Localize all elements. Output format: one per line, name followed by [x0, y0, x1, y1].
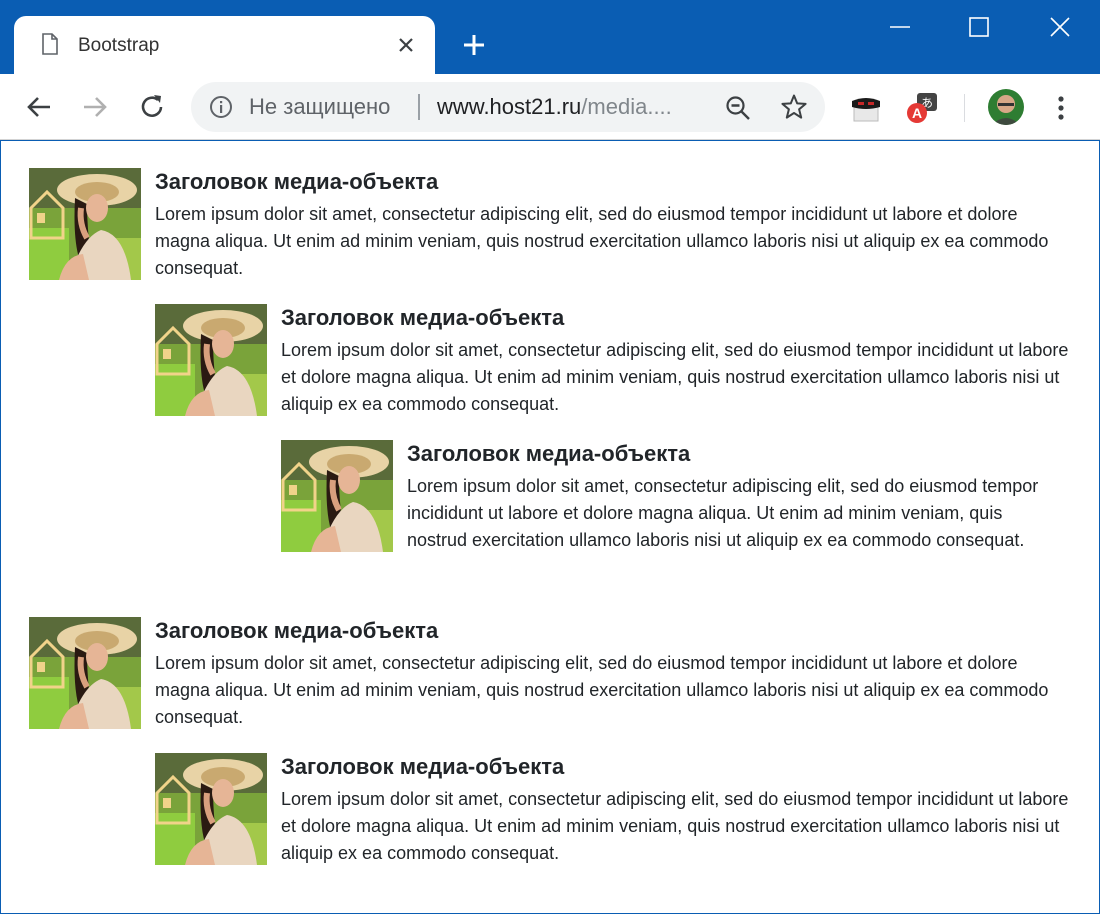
extension-translate-icon[interactable]: あ A: [905, 91, 939, 125]
reload-icon[interactable]: [137, 92, 167, 122]
media-text: Lorem ipsum dolor sit amet, consectetur …: [155, 204, 1049, 278]
media-text: Lorem ipsum dolor sit amet, consectetur …: [155, 653, 1049, 727]
page-content: Заголовок медиа-объекта Lorem ipsum dolo…: [1, 141, 1099, 913]
media-body: Заголовок медиа-объекта Lorem ipsum dolo…: [155, 168, 1074, 282]
title-bar: Bootstrap: [0, 0, 1100, 74]
media-body: Заголовок медиа-объекта Lorem ipsum dolo…: [281, 753, 1074, 867]
maximize-icon[interactable]: [966, 14, 992, 40]
media-thumbnail: [155, 753, 267, 865]
url-text[interactable]: www.host21.ru/media....: [437, 94, 672, 120]
browser-window: Bootstrap Не защищено www.host21.ru/medi…: [0, 0, 1100, 914]
new-tab-icon[interactable]: [462, 33, 486, 57]
extension-mask-icon[interactable]: [850, 93, 882, 123]
media-thumbnail: [29, 168, 141, 280]
media-body: Заголовок медиа-объекта Lorem ipsum dolo…: [155, 617, 1074, 731]
media-text: Lorem ipsum dolor sit amet, consectetur …: [407, 476, 1039, 550]
media-thumbnail: [155, 304, 267, 416]
media-heading: Заголовок медиа-объекта: [281, 754, 565, 779]
media-thumbnail: [281, 440, 393, 552]
media-heading: Заголовок медиа-объекта: [407, 441, 691, 466]
svg-text:A: A: [912, 105, 922, 121]
menu-kebab-icon[interactable]: [1050, 93, 1072, 123]
url-host: www.host21.ru: [437, 94, 582, 119]
media-body: Заголовок медиа-объекта Lorem ipsum dolo…: [281, 304, 1074, 418]
security-status[interactable]: Не защищено: [249, 94, 390, 120]
media-text: Lorem ipsum dolor sit amet, consectetur …: [281, 789, 1069, 863]
browser-toolbar: Не защищено www.host21.ru/media.... あ A: [0, 74, 1100, 140]
media-heading: Заголовок медиа-объекта: [281, 305, 565, 330]
url-path: /media....: [581, 94, 672, 119]
media-heading: Заголовок медиа-объекта: [155, 618, 439, 643]
info-icon[interactable]: [209, 95, 233, 119]
tab-close-icon[interactable]: [396, 35, 416, 55]
media-thumbnail: [29, 617, 141, 729]
toolbar-separator: [964, 94, 965, 122]
document-icon: [42, 33, 58, 55]
browser-tab[interactable]: Bootstrap: [14, 16, 435, 74]
media-body: Заголовок медиа-объекта Lorem ipsum dolo…: [407, 440, 1047, 554]
window-close-icon[interactable]: [1047, 14, 1073, 40]
address-separator: [418, 94, 420, 120]
tab-title: Bootstrap: [78, 35, 160, 56]
media-text: Lorem ipsum dolor sit amet, consectetur …: [281, 340, 1069, 414]
zoom-out-icon[interactable]: [725, 95, 751, 121]
media-heading: Заголовок медиа-объекта: [155, 169, 439, 194]
minimize-icon[interactable]: [887, 14, 913, 40]
address-bar[interactable]: Не защищено www.host21.ru/media....: [191, 82, 825, 132]
back-arrow-icon[interactable]: [24, 92, 54, 122]
avatar-image: [988, 89, 1024, 125]
forward-arrow-icon[interactable]: [80, 92, 110, 122]
bookmark-star-icon[interactable]: [780, 93, 808, 121]
profile-avatar[interactable]: [988, 89, 1024, 125]
